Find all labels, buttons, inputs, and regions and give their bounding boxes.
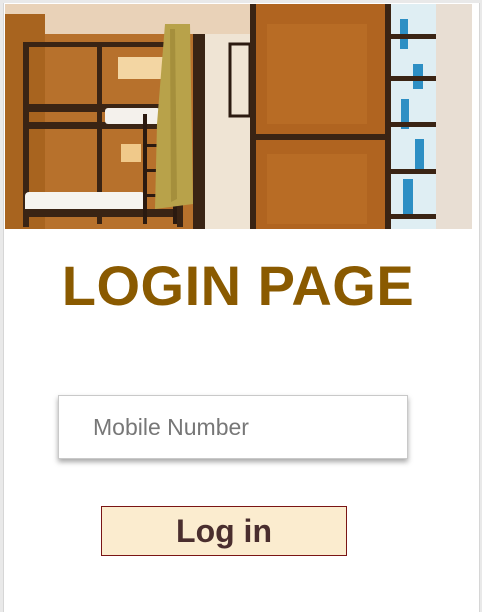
page-title: LOGIN PAGE [61, 254, 415, 317]
mobile-number-input[interactable] [58, 395, 408, 459]
login-button[interactable]: Log in [101, 506, 347, 556]
hostel-bunk-bed-photo [5, 4, 472, 229]
login-screen: LOGIN PAGE Log in [3, 3, 480, 612]
